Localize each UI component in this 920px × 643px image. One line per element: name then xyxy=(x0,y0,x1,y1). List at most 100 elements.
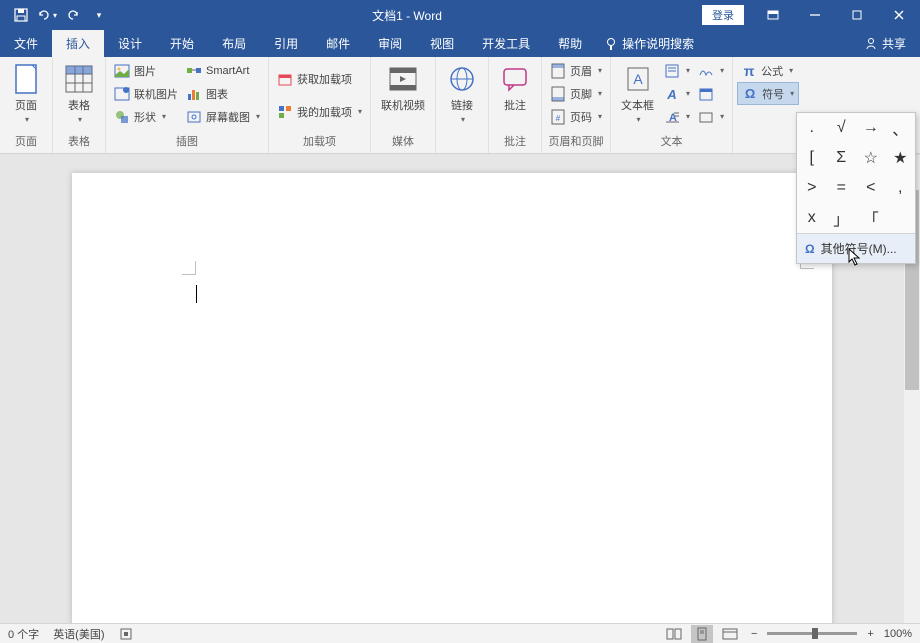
symbol-cell[interactable]: ☆ xyxy=(856,143,886,173)
table-button[interactable]: 表格 ▾ xyxy=(57,59,101,128)
chart-icon xyxy=(186,86,202,102)
zoom-slider[interactable] xyxy=(767,632,857,635)
smartart-icon xyxy=(186,63,202,79)
link-icon xyxy=(446,63,478,95)
symbol-cell[interactable] xyxy=(886,203,916,233)
close-button[interactable] xyxy=(878,0,920,30)
quickparts-icon xyxy=(664,63,680,79)
comment-icon xyxy=(499,63,531,95)
word-count[interactable]: 0 个字 xyxy=(8,626,39,642)
symbol-cell[interactable]: [ xyxy=(797,143,827,173)
group-label-text: 文本 xyxy=(615,131,728,151)
symbol-button[interactable]: Ω 符号▾ xyxy=(737,82,799,105)
online-pictures-button[interactable]: 联机图片 xyxy=(110,82,182,105)
tab-developer[interactable]: 开发工具 xyxy=(468,30,544,57)
header-button[interactable]: 页眉▾ xyxy=(546,59,606,82)
datetime-button[interactable] xyxy=(694,82,728,105)
comment-button[interactable]: 批注 xyxy=(493,59,537,117)
symbol-cell[interactable]: < xyxy=(856,173,886,203)
wordart-button[interactable]: A▾ xyxy=(660,82,694,105)
macro-status-icon[interactable] xyxy=(119,627,133,641)
shapes-button[interactable]: 形状▾ xyxy=(110,105,182,128)
tab-design[interactable]: 设计 xyxy=(104,30,156,57)
links-button[interactable]: 链接 ▾ xyxy=(440,59,484,128)
online-video-button[interactable]: 联机视频 xyxy=(375,59,431,117)
footer-button[interactable]: 页脚▾ xyxy=(546,82,606,105)
header-icon xyxy=(550,63,566,79)
symbol-cell[interactable]: = xyxy=(827,173,857,203)
text-cursor xyxy=(196,285,197,303)
ribbon-display-button[interactable] xyxy=(752,0,794,30)
symbol-cell[interactable]: . xyxy=(797,113,827,143)
symbol-cell[interactable]: 「 xyxy=(856,203,886,233)
symbol-cell[interactable]: ★ xyxy=(886,143,916,173)
maximize-button[interactable] xyxy=(836,0,878,30)
page-number-button[interactable]: # 页码▾ xyxy=(546,105,606,128)
signature-button[interactable]: ▾ xyxy=(694,59,728,82)
read-mode-button[interactable] xyxy=(663,625,685,643)
signature-icon xyxy=(698,63,714,79)
tab-review[interactable]: 审阅 xyxy=(364,30,416,57)
qat-customize-button[interactable]: ▾ xyxy=(86,2,112,28)
undo-button[interactable]: ▾ xyxy=(34,2,60,28)
web-layout-button[interactable] xyxy=(719,625,741,643)
page-number-icon: # xyxy=(550,109,566,125)
object-button[interactable]: ▾ xyxy=(694,105,728,128)
dropcap-button[interactable]: A▾ xyxy=(660,105,694,128)
share-button[interactable]: 共享 xyxy=(850,30,920,57)
symbol-cell[interactable]: → xyxy=(856,113,886,143)
redo-button[interactable] xyxy=(60,2,86,28)
minimize-button[interactable] xyxy=(794,0,836,30)
tab-help[interactable]: 帮助 xyxy=(544,30,596,57)
group-label-tables: 表格 xyxy=(57,131,101,151)
equation-button[interactable]: π 公式▾ xyxy=(737,59,799,82)
ribbon: 页面 ▾ 页面 表格 ▾ 表格 图片 xyxy=(0,57,920,154)
window-buttons: 登录 xyxy=(702,0,920,30)
pictures-button[interactable]: 图片 xyxy=(110,59,182,82)
textbox-button[interactable]: A 文本框 ▾ xyxy=(615,59,660,128)
my-addins-button[interactable]: 我的加载项▾ xyxy=(273,100,366,123)
symbol-cell[interactable]: 」 xyxy=(827,203,857,233)
zoom-in-button[interactable]: + xyxy=(863,628,877,640)
tab-file[interactable]: 文件 xyxy=(0,30,52,57)
print-layout-button[interactable] xyxy=(691,625,713,643)
document-area[interactable] xyxy=(0,155,904,623)
symbol-cell[interactable]: , xyxy=(886,173,916,203)
symbol-cell[interactable]: Σ xyxy=(827,143,857,173)
pages-button[interactable]: 页面 ▾ xyxy=(4,59,48,128)
equation-icon: π xyxy=(741,63,757,79)
margin-mark xyxy=(182,261,196,275)
svg-text:A: A xyxy=(633,71,643,87)
chart-button[interactable]: 图表 xyxy=(182,82,264,105)
zoom-out-button[interactable]: − xyxy=(747,628,761,640)
symbol-cell[interactable]: 、 xyxy=(886,113,916,143)
zoom-level[interactable]: 100% xyxy=(884,628,912,640)
screenshot-button[interactable]: 屏幕截图▾ xyxy=(182,105,264,128)
smartart-button[interactable]: SmartArt xyxy=(182,59,264,82)
symbol-cell[interactable]: x xyxy=(797,203,827,233)
symbol-cell[interactable]: √ xyxy=(827,113,857,143)
group-label-symbols xyxy=(737,135,799,151)
document-page[interactable] xyxy=(72,173,832,623)
quickparts-button[interactable]: ▾ xyxy=(660,59,694,82)
object-icon xyxy=(698,109,714,125)
tab-mailings[interactable]: 邮件 xyxy=(312,30,364,57)
tell-me-search[interactable]: 操作说明搜索 xyxy=(604,30,694,57)
tab-layout[interactable]: 布局 xyxy=(208,30,260,57)
group-addins: 获取加载项 我的加载项▾ 加载项 xyxy=(269,57,371,153)
more-symbols-button[interactable]: Ω 其他符号(M)... xyxy=(797,233,915,263)
screenshot-icon xyxy=(186,109,202,125)
tab-home[interactable]: 开始 xyxy=(156,30,208,57)
tab-view[interactable]: 视图 xyxy=(416,30,468,57)
symbol-cell[interactable]: > xyxy=(797,173,827,203)
shapes-icon xyxy=(114,109,130,125)
login-button[interactable]: 登录 xyxy=(702,5,744,25)
svg-text:#: # xyxy=(556,114,561,123)
group-label-media: 媒体 xyxy=(375,131,431,151)
tab-insert[interactable]: 插入 xyxy=(52,30,104,57)
language-status[interactable]: 英语(美国) xyxy=(53,626,104,642)
tab-references[interactable]: 引用 xyxy=(260,30,312,57)
save-button[interactable] xyxy=(8,2,34,28)
get-addins-button[interactable]: 获取加载项 xyxy=(273,67,366,90)
group-label-header-footer: 页眉和页脚 xyxy=(546,131,606,151)
